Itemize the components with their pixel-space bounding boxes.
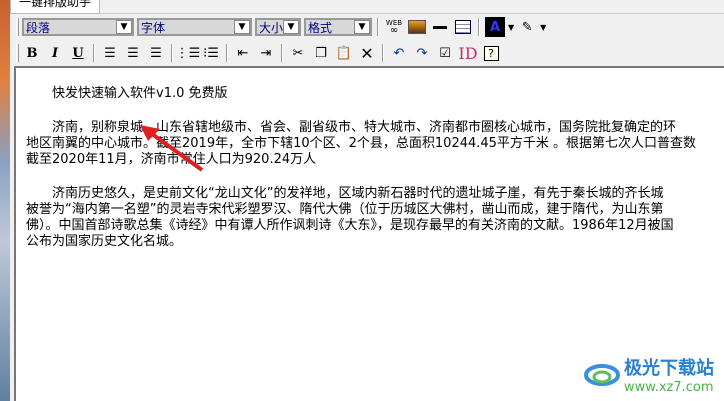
size-select[interactable]: 大小 ▼ [255, 18, 301, 36]
undo-icon[interactable]: ↶ [389, 43, 409, 63]
doc-title: 快发快速输入软件v1.0 免费版 [52, 86, 228, 101]
logo-swirl-icon [584, 363, 620, 386]
para1-line: 济南，别称泉城，山东省辖地级市、省会、副省级市、特大城市、济南都市圈核心城市，国… [52, 120, 677, 135]
table-icon[interactable] [453, 17, 473, 37]
edit-box-icon[interactable]: ☑ [435, 43, 455, 63]
para2-line: 被誉为“海内第一名塑”的灵岩寺宋代彩塑罗汉、隋代大佛（位于历城区大佛村，凿山而成… [26, 202, 664, 217]
chevron-down-icon[interactable]: ▼ [508, 23, 514, 32]
toolbar-grip[interactable] [16, 18, 19, 36]
align-center-icon[interactable]: ☰ [123, 43, 143, 63]
help-icon[interactable]: ? [481, 43, 501, 63]
paragraph-select-value: 段落 [26, 20, 51, 35]
indent-icon[interactable]: ⇥ [256, 43, 276, 63]
format-select[interactable]: 格式 ▼ [304, 18, 372, 36]
divider [226, 44, 228, 62]
italic-icon[interactable]: I [45, 43, 65, 63]
insert-image-icon[interactable] [407, 17, 427, 37]
watermark-url: www.xz7.com [624, 380, 714, 395]
divider [377, 18, 379, 36]
align-right-icon[interactable]: ☰ [146, 43, 166, 63]
para2-line: 济南历史悠久，是史前文化“龙山文化”的发祥地，区域内新石器时代的遗址城子崖，有先… [52, 186, 664, 201]
web-link-icon[interactable]: WEB ∞ [384, 17, 404, 37]
copy-icon[interactable]: ❐ [311, 43, 331, 63]
size-select-value: 大小 [259, 20, 283, 35]
annotation-arrow-icon [140, 125, 204, 172]
tab-bar: 一键排版助手 [10, 0, 724, 14]
format-toolbar: 段落 ▼ 字体 ▼ 大小 ▼ 格式 ▼ WEB ∞ A ▼ ✎ ▼ [10, 16, 724, 38]
tab-main[interactable]: 一键排版助手 [10, 0, 101, 14]
chevron-down-icon[interactable]: ▼ [540, 23, 546, 32]
numbered-list-icon[interactable]: ⋮☰ [176, 43, 201, 63]
divider [171, 44, 173, 62]
divider [93, 44, 95, 62]
redo-icon[interactable]: ↷ [412, 43, 432, 63]
divider [281, 44, 283, 62]
horizontal-rule-icon[interactable] [430, 17, 450, 37]
edit-toolbar: B I U ☰ ☰ ☰ ⋮☰ ⁝☰ ⇤ ⇥ ✂ ❐ 📋 ✕ ↶ ↷ ☑ ID ? [10, 42, 724, 64]
para2-line: 佛）。中国首部诗歌总集《诗经》中有谭人所作讽刺诗《大东》，是现存最早的有关济南的… [26, 218, 674, 233]
divider [478, 18, 480, 36]
bold-icon[interactable]: B [22, 43, 42, 63]
para1-line: 地区南翼的中心城市。截至2019年，全市下辖10个区、2个县，总面积10244.… [26, 136, 697, 151]
id-icon[interactable]: ID [458, 43, 478, 63]
paste-icon[interactable]: 📋 [334, 43, 354, 63]
watermark-name: 极光下载站 [624, 358, 714, 379]
toolbar-grip[interactable] [16, 44, 19, 62]
font-color-icon[interactable]: A [485, 17, 505, 37]
chevron-down-icon[interactable]: ▼ [354, 20, 370, 34]
underline-icon[interactable]: U [68, 43, 88, 63]
chevron-down-icon[interactable]: ▼ [116, 20, 132, 34]
font-select-value: 字体 [141, 20, 166, 35]
outdent-icon[interactable]: ⇤ [233, 43, 253, 63]
bullet-list-icon[interactable]: ⁝☰ [201, 43, 221, 63]
watermark-logo: 极光下载站 www.xz7.com [584, 354, 714, 395]
divider [382, 44, 384, 62]
document-editor[interactable]: 快发快速输入软件v1.0 免费版 济南，别称泉城，山东省辖地级市、省会、副省级市… [14, 66, 724, 401]
font-select[interactable]: 字体 ▼ [137, 18, 252, 36]
desktop-background [0, 0, 10, 401]
cut-icon[interactable]: ✂ [288, 43, 308, 63]
para1-line: 截至2020年11月，济南市常住人口为920.24万人 [26, 152, 317, 167]
paragraph-select[interactable]: 段落 ▼ [22, 18, 134, 36]
format-select-value: 格式 [308, 20, 333, 35]
align-left-icon[interactable]: ☰ [100, 43, 120, 63]
chevron-down-icon[interactable]: ▼ [283, 20, 299, 34]
highlight-pen-icon[interactable]: ✎ [517, 17, 537, 37]
delete-icon[interactable]: ✕ [357, 43, 377, 63]
chevron-down-icon[interactable]: ▼ [234, 20, 250, 34]
para2-line: 公布为国家历史文化名城。 [26, 234, 183, 249]
